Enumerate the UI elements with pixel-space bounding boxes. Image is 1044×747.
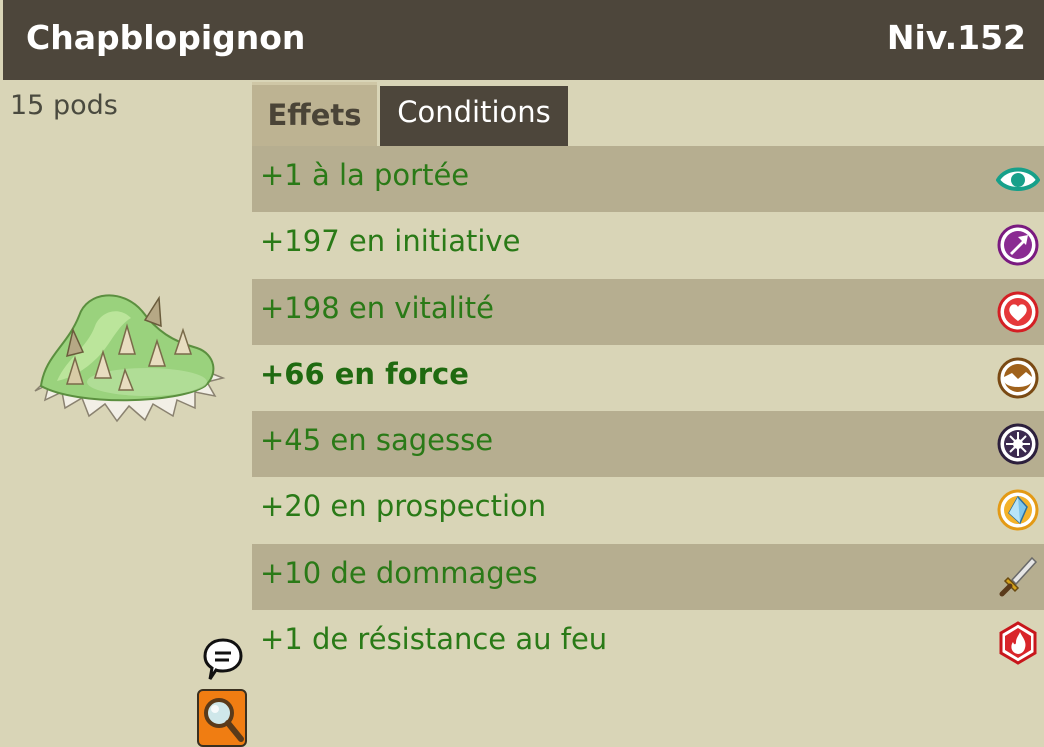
item-image (27, 286, 227, 440)
heart-icon (997, 291, 1039, 332)
fire-icon (999, 621, 1037, 665)
effect-row: +66 en force (252, 344, 1044, 411)
effect-row: +198 en vitalité (252, 278, 1044, 345)
effect-text: +45 en sagesse (260, 423, 494, 457)
effect-row: +197 en initiative (252, 212, 1044, 279)
effect-text: +10 de dommages (260, 555, 538, 590)
effect-text: +20 en prospection (260, 489, 547, 524)
speech-bubble-icon[interactable] (202, 637, 244, 687)
effect-row: +1 de résistance au feu (252, 609, 1044, 676)
effect-text: +1 à la portée (260, 158, 470, 192)
item-name: Chapblopignon (26, 18, 306, 57)
effect-row: +1 à la portée (252, 146, 1044, 213)
effect-text: +1 de résistance au feu (260, 621, 608, 656)
effect-text: +198 en vitalité (260, 290, 494, 325)
item-preview-panel: 15 pods (3, 80, 252, 747)
wisdom-icon (997, 423, 1039, 465)
tab-bar: Effets Conditions (252, 82, 1044, 146)
effect-row: +45 en sagesse (252, 411, 1044, 478)
effect-text: +66 en force (260, 356, 469, 391)
tab-conditions[interactable]: Conditions (380, 86, 568, 146)
title-bar: Chapblopignon Niv.152 (0, 0, 1044, 80)
crystal-icon (997, 489, 1039, 531)
effect-text: +197 en initiative (260, 224, 521, 259)
arrow-icon (997, 224, 1039, 266)
effect-row: +10 de dommages (252, 543, 1044, 610)
item-level: Niv.152 (886, 18, 1026, 57)
magnifier-icon[interactable] (197, 689, 247, 747)
earth-icon (997, 357, 1039, 399)
sword-icon (999, 556, 1038, 596)
effect-row: +20 en prospection (252, 477, 1044, 544)
item-weight: 15 pods (10, 90, 118, 121)
eye-icon (996, 167, 1040, 191)
tab-effects[interactable]: Effets (252, 82, 377, 146)
effects-list: +1 à la portée +197 en initiative +198 e… (252, 146, 1044, 676)
